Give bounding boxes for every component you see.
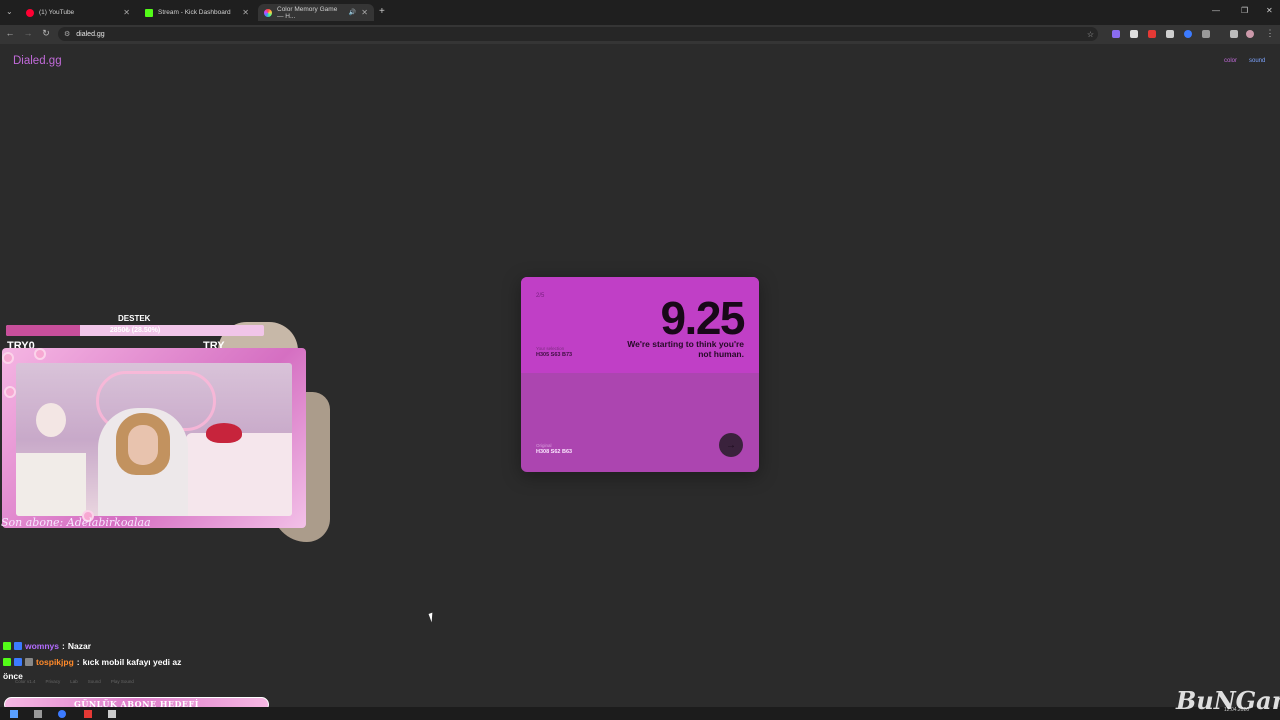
close-icon[interactable]: ✕ bbox=[361, 8, 368, 17]
tab-color-memory[interactable]: Color Memory Game — H... 🔊 ✕ bbox=[258, 4, 374, 21]
kick-icon bbox=[145, 8, 153, 17]
footer-links: Color v1.4 Privacy Lab Sound Play Sound bbox=[15, 679, 134, 684]
reload-icon[interactable]: ↻ bbox=[40, 28, 52, 39]
tab-title: Color Memory Game — H... bbox=[277, 5, 338, 20]
extension-icon[interactable] bbox=[1184, 30, 1192, 38]
bed bbox=[186, 433, 292, 516]
tab-kick[interactable]: Stream - Kick Dashboard ✕ bbox=[139, 4, 255, 21]
webcam-feed bbox=[16, 363, 292, 516]
site-logo[interactable]: Dialed.gg bbox=[13, 55, 62, 67]
kick-icon bbox=[3, 658, 11, 666]
avatar[interactable] bbox=[1246, 30, 1254, 38]
taskbar-app-icon[interactable] bbox=[108, 710, 116, 718]
tab-title: (1) YouTube bbox=[39, 9, 75, 16]
youtube-icon bbox=[26, 8, 34, 17]
chat-text: kıck mobil kafayı yedi az bbox=[82, 657, 182, 667]
badge-icon bbox=[14, 642, 22, 650]
chat-username: tospikjpg bbox=[36, 657, 74, 667]
media-icon[interactable] bbox=[1230, 30, 1238, 38]
taskbar bbox=[0, 707, 1280, 720]
your-selection-value: H305 S63 B73 bbox=[536, 352, 573, 358]
tab-youtube[interactable]: (1) YouTube ✕ bbox=[20, 4, 136, 21]
game-icon bbox=[264, 8, 272, 17]
footer-link[interactable]: Sound bbox=[88, 679, 101, 684]
kick-icon bbox=[3, 642, 11, 650]
last-subscriber: Son abone: Adelabirkoalaa bbox=[1, 516, 151, 529]
bookmark-icon[interactable]: ☆ bbox=[1087, 30, 1094, 39]
footer-link[interactable]: Lab bbox=[70, 679, 78, 684]
next-round-button[interactable]: → bbox=[719, 433, 743, 457]
original-label: Original bbox=[536, 443, 552, 448]
chrome-icon[interactable] bbox=[58, 710, 66, 718]
flower-decoration bbox=[34, 348, 46, 360]
extension-icon[interactable] bbox=[1166, 30, 1174, 38]
flower-decoration bbox=[4, 386, 16, 398]
start-icon[interactable] bbox=[10, 710, 18, 718]
original-value: H308 S62 B63 bbox=[536, 449, 573, 455]
address-text: dialed.gg bbox=[76, 30, 105, 38]
close-window-icon[interactable]: ✕ bbox=[1266, 6, 1273, 15]
heart-pillow bbox=[206, 423, 242, 443]
badge-icon bbox=[14, 658, 22, 666]
address-bar[interactable]: ⚙ dialed.gg ☆ bbox=[58, 27, 1098, 41]
destek-title: DESTEK bbox=[118, 314, 151, 323]
footer-link[interactable]: Privacy bbox=[46, 679, 61, 684]
site-info-icon[interactable]: ⚙ bbox=[64, 30, 70, 38]
minimize-icon[interactable]: — bbox=[1212, 6, 1220, 15]
new-tab-button[interactable]: + bbox=[379, 6, 385, 17]
taskbar-app-icon[interactable] bbox=[34, 710, 42, 718]
destek-text: 2850₺ (28.50%) bbox=[109, 327, 161, 334]
close-icon[interactable]: ✕ bbox=[123, 8, 130, 17]
score-message: We're starting to think you're not human… bbox=[627, 339, 744, 359]
extension-icon[interactable] bbox=[1112, 30, 1120, 38]
footer-link[interactable]: Color v1.4 bbox=[15, 679, 36, 684]
back-icon[interactable]: ← bbox=[4, 28, 16, 38]
chat-text: Nazar bbox=[67, 641, 92, 651]
result-card: 2/5 9.25 We're starting to think you're … bbox=[521, 277, 759, 472]
close-icon[interactable]: ✕ bbox=[242, 8, 249, 17]
maximize-icon[interactable]: ❐ bbox=[1241, 6, 1248, 15]
watermark-logo: BuNGame bbox=[1176, 686, 1280, 715]
nav-sound-link[interactable]: sound bbox=[1249, 58, 1265, 64]
tab-bar: ⌄ (1) YouTube ✕ Stream - Kick Dashboard … bbox=[0, 0, 1280, 25]
score: 9.25 bbox=[660, 292, 745, 344]
flower-decoration bbox=[2, 352, 14, 364]
arrow-right-icon: → bbox=[726, 439, 736, 451]
tab-search-icon[interactable]: ⌄ bbox=[6, 7, 13, 16]
dresser bbox=[16, 453, 86, 516]
your-selection-label: Your selection bbox=[536, 346, 565, 351]
destek-progress-bar: 2850₺ (28.50%) bbox=[6, 325, 264, 336]
streamer-face bbox=[128, 425, 158, 465]
menu-icon[interactable]: ⋮ bbox=[1264, 28, 1276, 39]
chat-username: womnys bbox=[25, 641, 60, 651]
mouse-cursor bbox=[428, 612, 436, 623]
taskbar-app-icon[interactable] bbox=[84, 710, 92, 718]
round-progress: 2/5 bbox=[536, 293, 545, 299]
tab-title: Stream - Kick Dashboard bbox=[158, 9, 231, 16]
extension-icon[interactable] bbox=[1130, 30, 1138, 38]
teddy-bear bbox=[36, 403, 66, 437]
badge-icon bbox=[25, 658, 33, 666]
forward-icon[interactable]: → bbox=[22, 28, 34, 38]
nav-color-link[interactable]: color bbox=[1224, 58, 1237, 64]
extensions-puzzle-icon[interactable] bbox=[1202, 30, 1210, 38]
chat-message: tospikjpg : kıck mobil kafayı yedi az bbox=[3, 657, 181, 667]
footer-link[interactable]: Play Sound bbox=[111, 679, 134, 684]
speaker-icon[interactable]: 🔊 bbox=[349, 9, 356, 16]
extension-icon[interactable] bbox=[1148, 30, 1156, 38]
chat-message: womnys : Nazar bbox=[3, 641, 91, 651]
